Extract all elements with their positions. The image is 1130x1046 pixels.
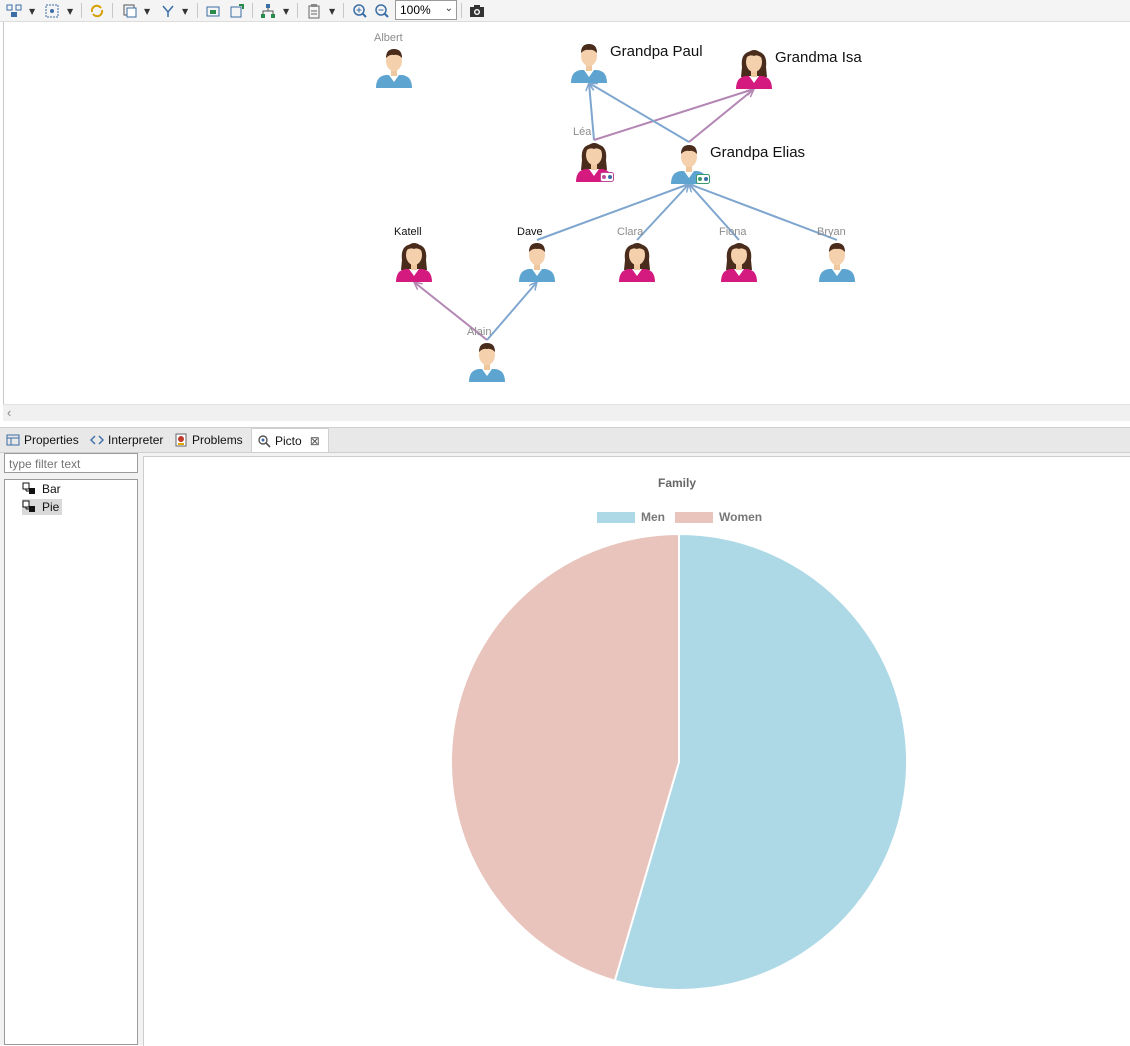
tree-item-label: Bar xyxy=(42,482,61,496)
family-diagram-canvas[interactable]: Albert Grandpa Paul Grandma Isa Léa Grandpa … xyxy=(3,22,1130,404)
tab-problems[interactable]: Problems xyxy=(174,428,243,452)
legend-swatch-men[interactable] xyxy=(597,512,635,523)
legend-swatch-women[interactable] xyxy=(675,512,713,523)
filter-dropdown-icon[interactable]: ▼ xyxy=(144,7,150,16)
zoom-out-icon[interactable] xyxy=(372,2,392,19)
chart-title: Family xyxy=(658,476,696,490)
person-label-paul: Grandpa Paul xyxy=(610,43,703,60)
tree-item-label: Pie xyxy=(42,500,60,514)
camera-icon[interactable] xyxy=(467,2,487,19)
refresh-icon[interactable] xyxy=(87,2,107,19)
tree-item-pie[interactable]: Pie xyxy=(22,499,63,515)
tab-label: Picto xyxy=(275,433,302,448)
tree-node-icon xyxy=(22,482,35,494)
person-label-lea: Léa xyxy=(573,126,592,138)
tree-item-bar[interactable]: Bar xyxy=(22,481,64,497)
layers-dropdown-icon[interactable]: ▼ xyxy=(182,7,188,16)
view-tab-bar: Properties Interpreter Problems Picto ⊠ xyxy=(0,428,1130,453)
chart-tree: Bar Pie xyxy=(4,479,138,1045)
pie-chart: Family Men Women xyxy=(450,476,908,991)
woman-person-icon xyxy=(394,240,434,287)
tab-properties[interactable]: Properties xyxy=(6,428,79,452)
export-image-icon[interactable] xyxy=(203,2,223,19)
person-node-dave[interactable] xyxy=(517,240,557,287)
person-node-paul[interactable] xyxy=(569,41,609,88)
layers-icon[interactable] xyxy=(158,2,178,19)
person-node-bryan[interactable] xyxy=(817,240,857,287)
layout-icon[interactable] xyxy=(4,2,24,19)
picto-icon xyxy=(257,434,271,448)
person-label-fiona: Fiona xyxy=(719,226,747,238)
edge-elias-to-isa[interactable] xyxy=(688,89,754,143)
properties-icon xyxy=(6,433,20,447)
tab-interpreter[interactable]: Interpreter xyxy=(90,428,163,452)
layout-dropdown-icon[interactable]: ▼ xyxy=(29,7,35,16)
man-person-icon xyxy=(817,240,857,287)
man-person-icon xyxy=(569,41,609,88)
paste-dropdown-icon[interactable]: ▼ xyxy=(329,7,335,16)
scroll-left-icon[interactable]: ‹ xyxy=(7,405,11,420)
relation-badge-icon xyxy=(696,171,710,189)
diagram-edges xyxy=(4,22,838,341)
edge-bryan-to-elias[interactable] xyxy=(689,184,838,241)
tree-node-icon xyxy=(22,500,35,512)
filter-icon[interactable] xyxy=(120,2,140,19)
select-dropdown-icon[interactable]: ▼ xyxy=(67,7,73,16)
person-label-albert: Albert xyxy=(374,32,403,44)
woman-person-icon xyxy=(734,47,774,94)
tab-label: Properties xyxy=(24,433,79,447)
arrange-dropdown-icon[interactable]: ▼ xyxy=(283,7,289,16)
person-label-bryan: Bryan xyxy=(817,226,846,238)
diagram-toolbar: ▼ ▼ ▼ ▼ ▼ ▼ 100% ⌄ xyxy=(0,0,1130,22)
man-person-icon xyxy=(517,240,557,287)
edge-clara-to-elias[interactable] xyxy=(636,184,689,241)
person-label-isa: Grandma Isa xyxy=(775,49,862,66)
person-label-clara: Clara xyxy=(617,226,644,238)
code-brackets-icon xyxy=(90,433,104,447)
edge-elias-to-paul[interactable] xyxy=(589,82,690,143)
person-label-dave: Dave xyxy=(517,226,543,238)
legend-label-men[interactable]: Men xyxy=(641,510,665,524)
woman-person-icon xyxy=(617,240,657,287)
tab-label: Interpreter xyxy=(108,433,164,447)
woman-person-icon xyxy=(719,240,759,287)
close-icon[interactable]: ⊠ xyxy=(310,434,320,448)
person-label-katell: Katell xyxy=(394,226,422,238)
person-label-alain: Alain xyxy=(467,326,492,338)
select-all-icon[interactable] xyxy=(42,2,62,19)
zoom-level-combo[interactable]: 100% ⌄ xyxy=(395,0,457,20)
arrange-icon[interactable] xyxy=(258,2,278,19)
zoom-in-icon[interactable] xyxy=(350,2,370,19)
zoom-level-value: 100% xyxy=(400,3,431,17)
chevron-down-icon[interactable]: ⌄ xyxy=(445,3,453,14)
tab-picto[interactable]: Picto ⊠ xyxy=(251,428,329,452)
filter-input[interactable] xyxy=(4,453,138,473)
man-person-icon xyxy=(374,46,414,93)
person-node-fiona[interactable] xyxy=(719,240,759,287)
person-node-katell[interactable] xyxy=(394,240,434,287)
views-panel: Properties Interpreter Problems Picto ⊠ … xyxy=(0,427,1130,1046)
person-node-albert[interactable] xyxy=(374,46,414,93)
relation-badge-icon xyxy=(600,169,614,187)
person-label-elias: Grandpa Elias xyxy=(710,144,806,161)
man-person-icon xyxy=(467,340,507,387)
problems-icon xyxy=(174,433,188,447)
new-diagram-icon[interactable] xyxy=(227,2,247,19)
diagram-horizontal-scrollbar[interactable]: ‹ xyxy=(3,404,1130,421)
picto-chart-view: Family Men Women xyxy=(143,456,1130,1046)
legend-label-women[interactable]: Women xyxy=(719,510,762,524)
edge-dave-to-elias[interactable] xyxy=(536,184,689,241)
tab-label: Problems xyxy=(192,433,243,447)
person-node-clara[interactable] xyxy=(617,240,657,287)
person-node-alain[interactable] xyxy=(467,340,507,387)
person-node-isa[interactable] xyxy=(734,47,774,94)
paste-format-icon[interactable] xyxy=(304,2,324,19)
edge-alain-to-dave[interactable] xyxy=(486,282,537,341)
